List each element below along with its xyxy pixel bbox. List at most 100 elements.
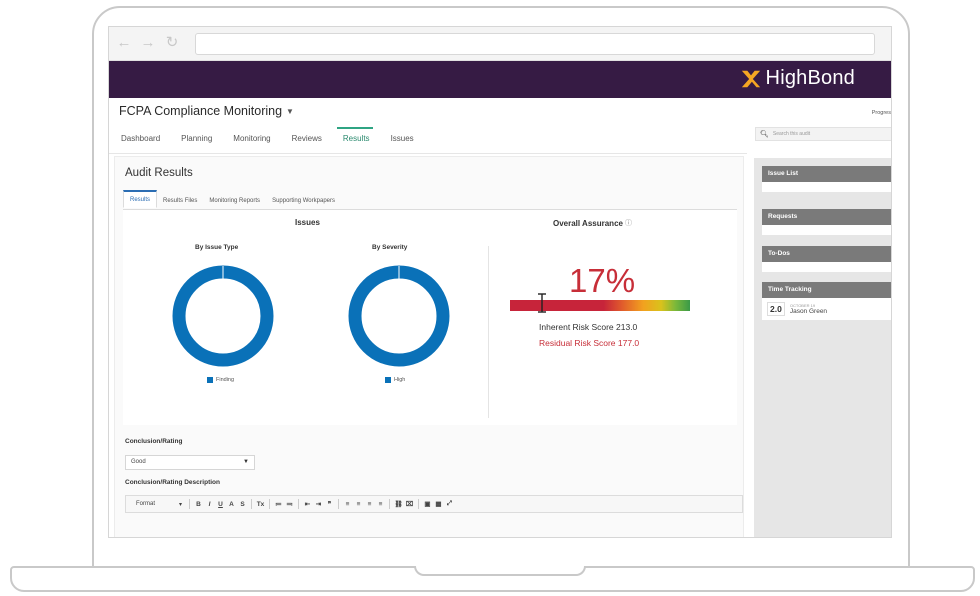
browser-toolbar: ← → ↻ (109, 27, 891, 61)
donut-slice-finding (172, 265, 274, 367)
page-title-text: FCPA Compliance Monitoring (119, 104, 283, 118)
overall-assurance-label: Overall Assurance (553, 218, 623, 228)
format-select[interactable]: Format ▾ (136, 501, 186, 508)
italic-button[interactable]: I (204, 501, 215, 508)
time-entry-user: Jason Green (789, 308, 828, 315)
todos-widget: To-Dos (762, 246, 891, 272)
subtab-supporting-workpapers[interactable]: Supporting Workpapers (266, 193, 341, 208)
underline-button[interactable]: U (215, 501, 226, 508)
section-divider (488, 246, 489, 418)
issue-list-header[interactable]: Issue List (762, 166, 891, 182)
time-tracking-header[interactable]: Time Tracking (762, 282, 891, 298)
legend-swatch (207, 377, 213, 383)
reload-icon[interactable]: ↻ (163, 34, 181, 52)
subtab-results[interactable]: Results (123, 190, 158, 208)
highbond-logo[interactable]: HighBond (740, 67, 855, 90)
right-top-area: Progres 🔍︎ Search this audit (747, 98, 891, 158)
outdent-button[interactable]: ⇤ (302, 500, 313, 508)
toolbar-separator (338, 499, 339, 509)
audit-results-panel: Audit Results Results Results Files Moni… (114, 156, 744, 537)
toolbar-separator (418, 499, 419, 509)
toolbar-separator (389, 499, 390, 509)
progress-label[interactable]: Progres (872, 110, 891, 116)
conclusion-rating-select[interactable]: Good ▼ (125, 455, 255, 470)
severity-donut[interactable] (345, 262, 453, 370)
laptop-notch (414, 566, 586, 576)
conclusion-rating-label: Conclusion/Rating (125, 438, 183, 445)
conclusion-rating-value: Good (131, 459, 146, 465)
arrow-left-icon[interactable]: ← (115, 34, 133, 52)
results-area: Issues By Issue Type Finding By Severity (123, 210, 737, 425)
tab-monitoring[interactable]: Monitoring (233, 134, 281, 149)
strikethrough-button[interactable]: S (237, 501, 248, 508)
clear-format-button[interactable]: Tx (255, 501, 266, 508)
brand-name: HighBond (765, 67, 855, 89)
arrow-right-icon[interactable]: → (139, 34, 157, 52)
app-screen: ← → ↻ HighBond FCPA Compliance Monitorin… (108, 26, 892, 538)
requests-widget: Requests (762, 209, 891, 235)
legend-finding-label: Finding (216, 377, 235, 383)
caret-down-icon: ▾ (178, 501, 182, 508)
conclusion-description-label: Conclusion/Rating Description (125, 479, 220, 486)
justify-button[interactable]: ≡ (375, 501, 386, 508)
image-button[interactable]: ▣ (422, 500, 433, 508)
tab-results[interactable]: Results (336, 127, 381, 149)
search-placeholder: Search this audit (772, 131, 811, 137)
page-title[interactable]: FCPA Compliance Monitoring ▼ (119, 104, 294, 118)
sub-tabs: Results Results Files Monitoring Reports… (123, 190, 341, 208)
by-severity-label: By Severity (372, 244, 408, 251)
table-button[interactable]: ▦ (433, 500, 444, 508)
unlink-button[interactable]: ⌧ (404, 500, 415, 508)
align-left-button[interactable]: ≡ (342, 501, 353, 508)
format-label: Format (136, 500, 156, 507)
todos-body (762, 262, 891, 272)
caret-down-icon[interactable]: ▼ (286, 107, 294, 116)
audit-results-title: Audit Results (125, 167, 193, 179)
rich-text-toolbar: Format ▾ B I U A S Tx ≔ ≕ ⇤ ⇥ ❞ ≡ ≡ ≡ ≡ … (125, 495, 743, 513)
indent-button[interactable]: ⇥ (313, 500, 324, 508)
issue-list-widget: Issue List (762, 166, 891, 192)
tab-reviews[interactable]: Reviews (292, 134, 333, 149)
toolbar-separator (298, 499, 299, 509)
risk-marker-icon (538, 293, 546, 313)
legend-swatch (385, 377, 391, 383)
caret-down-icon: ▼ (243, 459, 249, 465)
time-tracking-widget: Time Tracking 2.0 OCTOBER 19 Jason Green (762, 282, 891, 320)
time-entry-meta: OCTOBER 19 Jason Green (790, 303, 827, 315)
todos-header[interactable]: To-Dos (762, 246, 891, 262)
align-center-button[interactable]: ≡ (353, 501, 364, 508)
numbered-list-button[interactable]: ≕ (284, 500, 295, 508)
address-bar[interactable] (195, 33, 875, 55)
residual-risk-score: Residual Risk Score 177.0 (539, 338, 640, 348)
main-tabs: Dashboard Planning Monitoring Reviews Re… (121, 127, 435, 149)
info-icon[interactable]: ⓘ (625, 218, 632, 228)
bold-button[interactable]: B (193, 501, 204, 508)
overall-assurance-title: Overall Assurance ⓘ (553, 218, 632, 228)
blockquote-button[interactable]: ❞ (324, 500, 335, 508)
issue-type-donut[interactable] (169, 262, 277, 370)
main-area: FCPA Compliance Monitoring ▼ Dashboard P… (109, 98, 747, 537)
align-right-button[interactable]: ≡ (364, 501, 375, 508)
donut-slice-high (348, 265, 450, 367)
tabs-divider (109, 153, 747, 154)
legend-high: High (385, 377, 405, 383)
search-icon: 🔍︎ (760, 131, 769, 138)
bullet-list-button[interactable]: ≔ (273, 500, 284, 508)
toolbar-separator (251, 499, 252, 509)
assurance-percent: 17% (569, 262, 636, 299)
time-entry-hours: 2.0 (767, 302, 785, 316)
text-color-button[interactable]: A (226, 501, 237, 508)
toolbar-separator (189, 499, 190, 509)
tab-issues[interactable]: Issues (391, 134, 425, 149)
legend-high-label: High (394, 377, 406, 383)
maximize-button[interactable]: ⤢ (444, 500, 455, 508)
search-input[interactable]: 🔍︎ Search this audit (755, 127, 891, 141)
subtab-results-files[interactable]: Results Files (157, 193, 203, 208)
tab-dashboard[interactable]: Dashboard (121, 134, 171, 149)
time-entry[interactable]: 2.0 OCTOBER 19 Jason Green (762, 298, 891, 320)
subtab-monitoring-reports[interactable]: Monitoring Reports (203, 193, 266, 208)
link-button[interactable]: ⛓ (393, 500, 404, 508)
requests-header[interactable]: Requests (762, 209, 891, 225)
tab-planning[interactable]: Planning (181, 134, 223, 149)
issue-list-body (762, 182, 891, 192)
